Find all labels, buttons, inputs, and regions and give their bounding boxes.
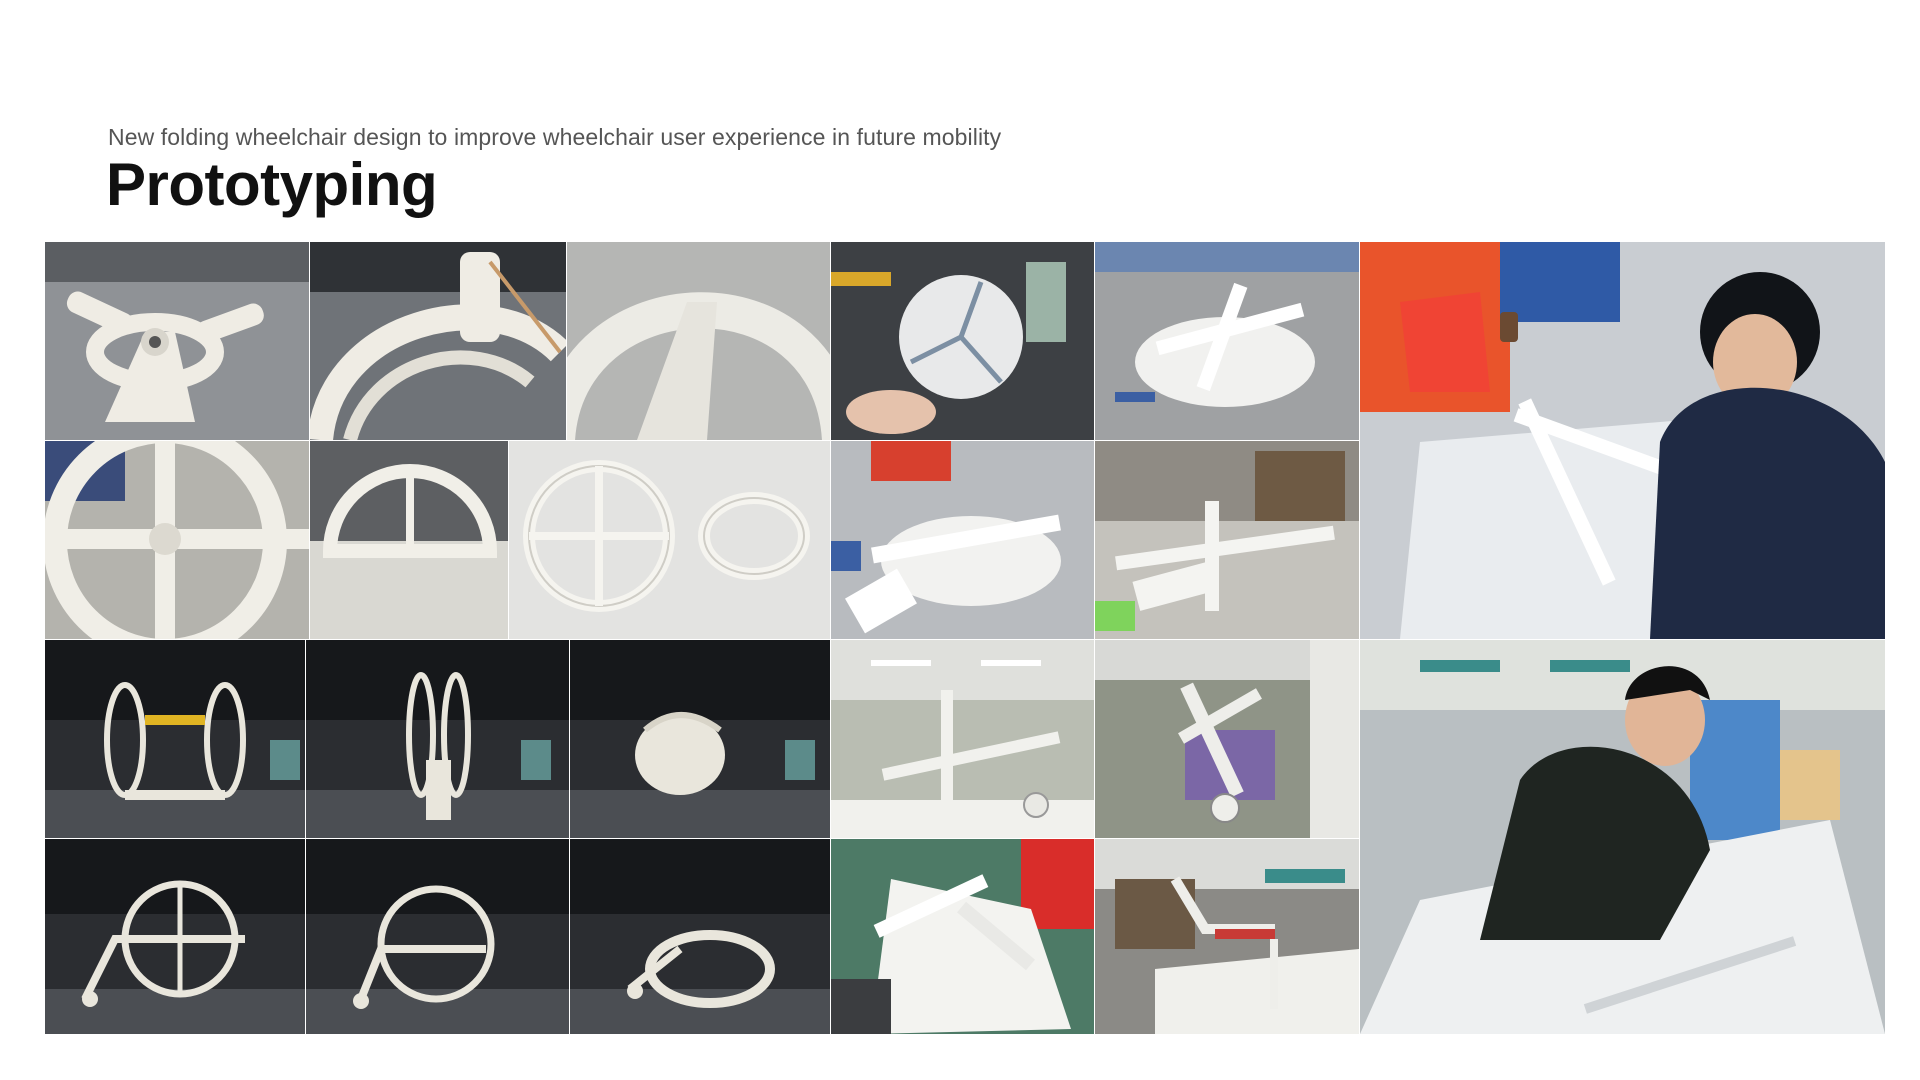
photo-wheelchair-front	[45, 640, 305, 838]
photo-foam-frame-table	[1095, 839, 1359, 1034]
photo-wheelchair-side-folding	[306, 839, 569, 1034]
photo-foam-spokes-desk	[1095, 242, 1359, 440]
photo-half-wheel	[310, 441, 508, 639]
photo-wheel-rim-closeup	[567, 242, 830, 440]
photo-wheelchair-fully-folded	[570, 839, 830, 1034]
page-subtitle: New folding wheelchair design to improve…	[108, 124, 1002, 150]
photo-foam-frame-office	[831, 640, 1094, 838]
photo-wheelchair-side	[45, 839, 305, 1034]
photo-foam-cut-pieces	[831, 839, 1094, 1034]
photo-person-working-model	[1360, 640, 1885, 1034]
photo-wheel-and-folded-part	[509, 441, 830, 639]
photo-hub-spokes	[45, 441, 309, 639]
photo-wheel-rim-parts	[310, 242, 566, 440]
photo-foam-spokes-model	[1095, 441, 1359, 639]
photo-person-assembling-model	[1360, 242, 1885, 639]
photo-paper-disc-in-hand	[831, 242, 1094, 440]
photo-wheelchair-folded	[570, 640, 830, 838]
photo-wheelchair-partly-folded	[306, 640, 569, 838]
page-title: Prototyping	[106, 151, 438, 218]
photo-foam-frame-wheels	[1095, 640, 1359, 838]
photo-hub-joint	[45, 242, 309, 440]
photo-foam-mechanism	[831, 441, 1094, 639]
prototype-photo-gallery	[45, 242, 1885, 1034]
